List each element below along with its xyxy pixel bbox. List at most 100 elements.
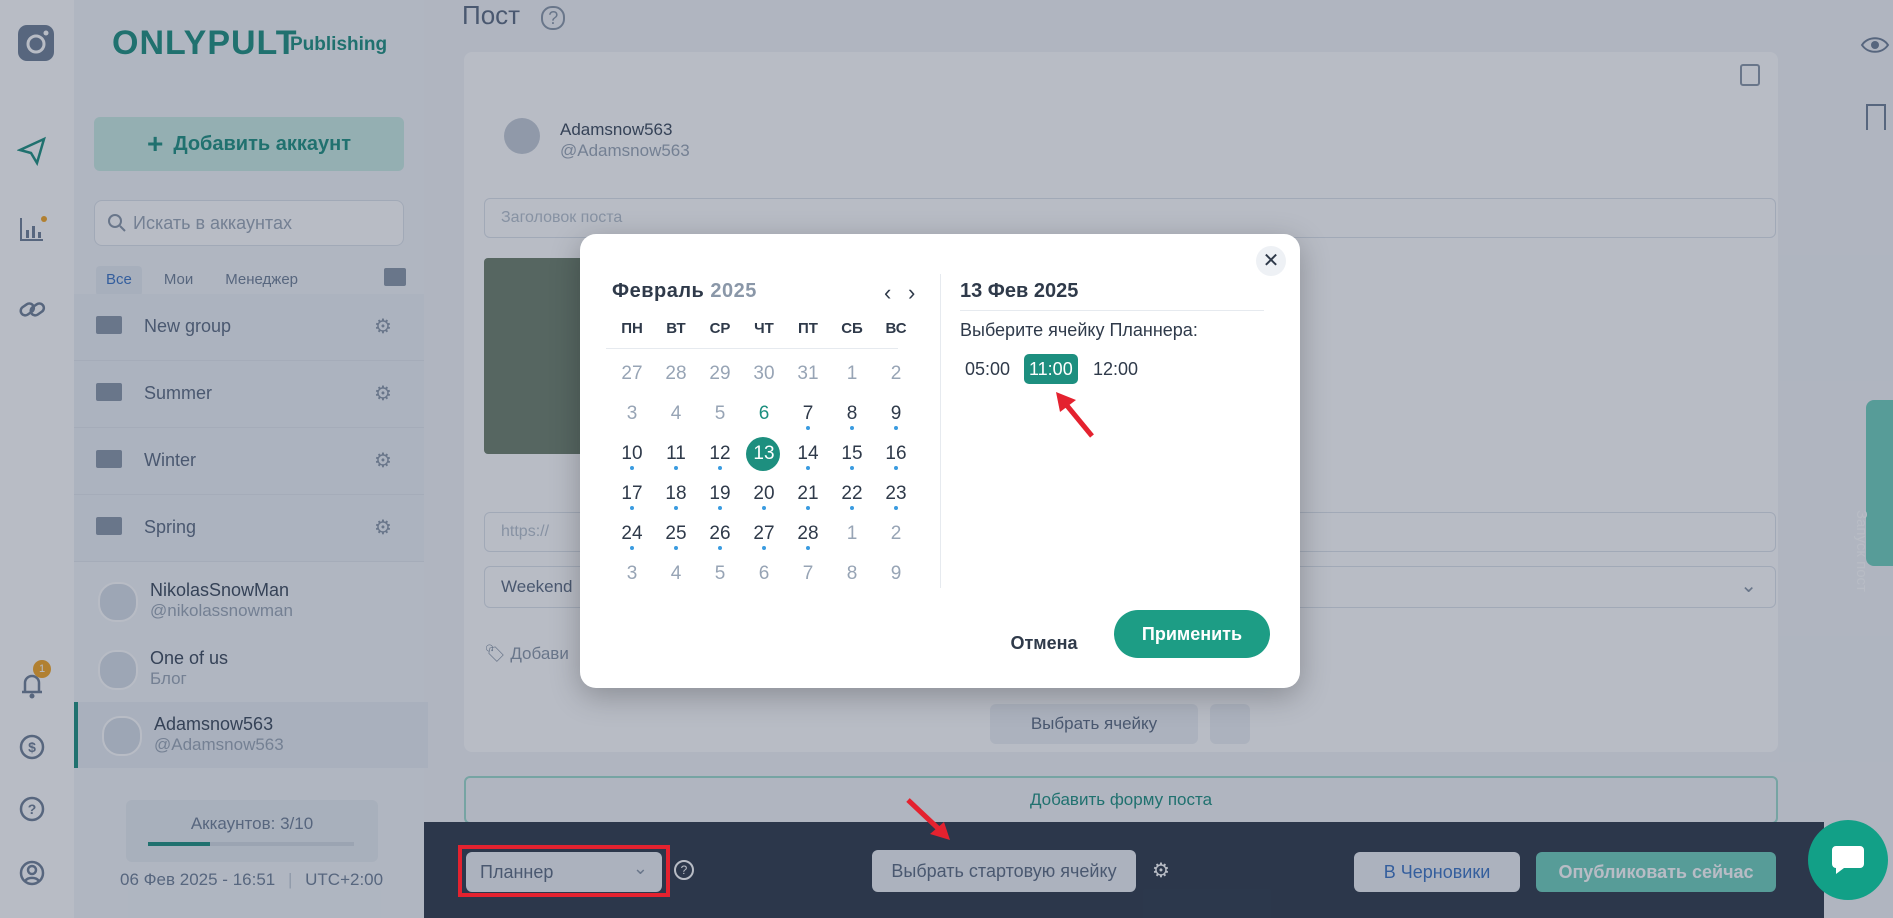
event-dot [806, 466, 810, 470]
event-dot [894, 426, 898, 430]
chevron-left-icon[interactable]: ‹ [884, 280, 891, 306]
time-slot-selected[interactable]: 11:00 [1024, 354, 1078, 384]
cancel-button[interactable]: Отмена [984, 620, 1104, 666]
calendar-day[interactable]: 7 [786, 396, 830, 432]
weekday-label: СБ [841, 320, 863, 337]
calendar-day[interactable]: 21 [786, 476, 830, 512]
time-slot[interactable]: 12:00 [1088, 354, 1143, 384]
calendar-day[interactable]: 3 [610, 556, 654, 592]
event-dot [762, 546, 766, 550]
weekday-label: ЧТ [754, 320, 774, 337]
calendar-day-number: 21 [797, 483, 819, 504]
calendar-day[interactable]: 31 [786, 356, 830, 392]
calendar-day-number: 4 [670, 403, 682, 424]
weekday-label: ПН [621, 320, 643, 337]
calendar-day[interactable]: 6 [742, 556, 786, 592]
event-dot [850, 506, 854, 510]
calendar-day[interactable]: 12 [698, 436, 742, 472]
divider [960, 310, 1264, 311]
calendar-day-number: 17 [621, 483, 643, 504]
calendar-day-number: 9 [890, 403, 902, 424]
calendar-day-number: 12 [709, 443, 731, 464]
calendar-day[interactable]: 30 [742, 356, 786, 392]
calendar-day[interactable]: 11 [654, 436, 698, 472]
calendar-day-selected[interactable]: 13 [742, 436, 786, 472]
chat-icon [1832, 846, 1864, 874]
calendar-day-number: 1 [846, 363, 858, 384]
calendar-day-number: 28 [797, 523, 819, 544]
calendar-day[interactable]: 8 [830, 396, 874, 432]
calendar-day-number: 7 [802, 563, 814, 584]
calendar-year: 2025 [710, 280, 757, 302]
calendar-day-number: 27 [621, 363, 643, 384]
calendar-day[interactable]: 4 [654, 556, 698, 592]
calendar-day[interactable]: 22 [830, 476, 874, 512]
calendar-day-number: 27 [753, 523, 775, 544]
calendar-day[interactable]: 15 [830, 436, 874, 472]
event-dot [894, 466, 898, 470]
calendar-day[interactable]: 26 [698, 516, 742, 552]
calendar-day-number: 15 [841, 443, 863, 464]
calendar-day[interactable]: 14 [786, 436, 830, 472]
event-dot [674, 546, 678, 550]
apply-button[interactable]: Применить [1114, 610, 1270, 658]
close-icon[interactable]: ✕ [1256, 246, 1286, 276]
calendar-day[interactable]: 10 [610, 436, 654, 472]
calendar-day[interactable]: 2 [874, 356, 918, 392]
calendar-day[interactable]: 4 [654, 396, 698, 432]
calendar-day[interactable]: 27 [742, 516, 786, 552]
event-dot [674, 466, 678, 470]
calendar-day[interactable]: 5 [698, 396, 742, 432]
calendar-day-number: 3 [626, 403, 638, 424]
event-dot [630, 546, 634, 550]
calendar-day[interactable]: 17 [610, 476, 654, 512]
weekday-label: СР [709, 320, 731, 337]
time-slot[interactable]: 05:00 [960, 354, 1015, 384]
chevron-right-icon[interactable]: › [908, 280, 915, 306]
calendar-day[interactable]: 28 [786, 516, 830, 552]
calendar-day[interactable]: 1 [830, 356, 874, 392]
chat-button[interactable] [1808, 820, 1888, 900]
calendar-day-number: 9 [890, 563, 902, 584]
calendar-day[interactable]: 19 [698, 476, 742, 512]
calendar-day[interactable]: 8 [830, 556, 874, 592]
weekday-label: ПТ [798, 320, 818, 337]
event-dot [850, 466, 854, 470]
calendar-day[interactable]: 9 [874, 556, 918, 592]
event-dot [806, 506, 810, 510]
calendar-day[interactable]: 27 [610, 356, 654, 392]
event-dot [850, 426, 854, 430]
calendar-month: Февраль [612, 280, 705, 302]
calendar-day[interactable]: 6 [742, 396, 786, 432]
calendar-day-number: 30 [753, 363, 775, 384]
calendar-day[interactable]: 3 [610, 396, 654, 432]
calendar-day-number: 13 [753, 443, 775, 464]
calendar-day[interactable]: 20 [742, 476, 786, 512]
calendar-day-number: 14 [797, 443, 819, 464]
calendar-day[interactable]: 9 [874, 396, 918, 432]
calendar-day[interactable]: 25 [654, 516, 698, 552]
event-dot [630, 466, 634, 470]
weekday-label: ВС [885, 320, 907, 337]
calendar-day-number: 5 [714, 563, 726, 584]
calendar-day[interactable]: 18 [654, 476, 698, 512]
event-dot [894, 506, 898, 510]
calendar-day[interactable]: 16 [874, 436, 918, 472]
selected-date: 13 Фев 2025 [960, 280, 1079, 302]
calendar-day-number: 2 [890, 363, 902, 384]
event-dot [806, 546, 810, 550]
calendar-day[interactable]: 23 [874, 476, 918, 512]
calendar-day-number: 16 [885, 443, 907, 464]
calendar-day-number: 7 [802, 403, 814, 424]
calendar-day[interactable]: 7 [786, 556, 830, 592]
calendar-day[interactable]: 1 [830, 516, 874, 552]
calendar-day[interactable]: 5 [698, 556, 742, 592]
calendar-day-number: 26 [709, 523, 731, 544]
calendar-day[interactable]: 24 [610, 516, 654, 552]
calendar-day-number: 6 [758, 403, 770, 424]
calendar-day[interactable]: 28 [654, 356, 698, 392]
calendar-day[interactable]: 29 [698, 356, 742, 392]
calendar-day[interactable]: 2 [874, 516, 918, 552]
calendar-day-number: 11 [666, 443, 686, 464]
calendar-day-number: 19 [709, 483, 731, 504]
